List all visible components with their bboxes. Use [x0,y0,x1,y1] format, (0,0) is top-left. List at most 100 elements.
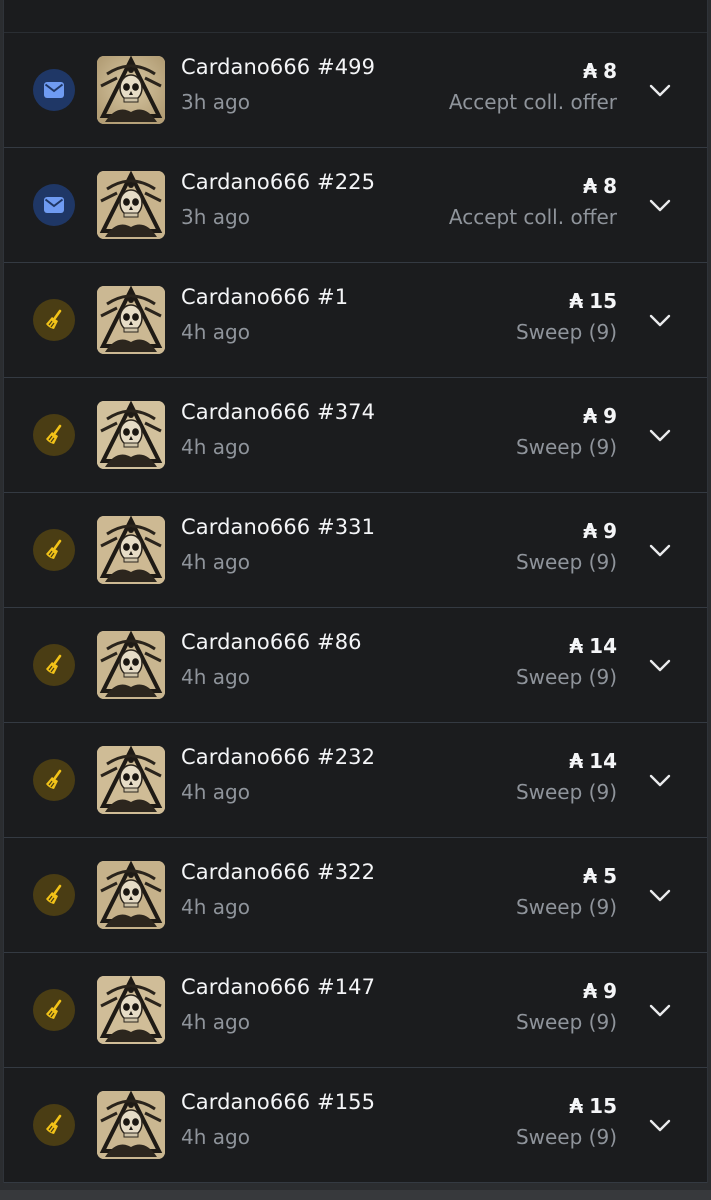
sweep-badge [33,414,75,456]
chevron-down-icon[interactable] [647,307,673,333]
sweep-badge [33,299,75,341]
activity-type: Sweep (9) [515,1010,617,1034]
nft-name[interactable]: Cardano666 #232 [181,745,375,769]
price-value: 15 [589,289,617,313]
activity-type: Sweep (9) [515,665,617,689]
nft-thumbnail[interactable] [97,746,165,814]
activity-type: Sweep (9) [515,550,617,574]
price-value: 8 [603,174,617,198]
broom-icon [46,884,62,904]
offer-badge [33,184,75,226]
ada-icon: ₳ [569,634,584,658]
activity-type: Sweep (9) [515,780,617,804]
nft-thumbnail[interactable] [97,401,165,469]
chevron-down-icon[interactable] [647,192,673,218]
price-value: 14 [589,749,617,773]
price: ₳ 9 [583,979,617,1003]
sweep-badge [33,874,75,916]
timestamp: 3h ago [181,90,250,114]
timestamp: 3h ago [181,205,250,229]
timestamp: 4h ago [181,665,250,689]
sweep-badge [33,1104,75,1146]
broom-icon [46,539,62,559]
activity-type: Sweep (9) [515,320,617,344]
envelope-icon [44,197,64,213]
activity-row[interactable]: Cardano666 #232 4h ago ₳ 14 Sweep (9) [4,723,707,838]
price-value: 14 [589,634,617,658]
nft-thumbnail[interactable] [97,1091,165,1159]
chevron-down-icon[interactable] [647,77,673,103]
chevron-down-icon[interactable] [647,1112,673,1138]
price-value: 5 [603,864,617,888]
activity-type: Accept coll. offer [448,205,617,229]
broom-icon [46,654,62,674]
sweep-badge [33,644,75,686]
sweep-badge [33,759,75,801]
nft-thumbnail[interactable] [97,631,165,699]
activity-row[interactable]: Cardano666 #155 4h ago ₳ 15 Sweep (9) [4,1068,707,1183]
price-value: 9 [603,404,617,428]
price-value: 15 [589,1094,617,1118]
price: ₳ 14 [569,634,617,658]
chevron-down-icon[interactable] [647,767,673,793]
envelope-icon [44,82,64,98]
broom-icon [46,999,62,1019]
nft-thumbnail[interactable] [97,516,165,584]
activity-panel: Cardano666 #499 3h ago ₳ 8 Accept coll. o… [3,0,708,1183]
nft-thumbnail[interactable] [97,286,165,354]
broom-icon [46,309,62,329]
bottom-divider [0,1190,711,1200]
nft-name[interactable]: Cardano666 #225 [181,170,375,194]
broom-icon [46,424,62,444]
price-value: 9 [603,979,617,1003]
price: ₳ 9 [583,404,617,428]
ada-icon: ₳ [583,174,598,198]
nft-thumbnail[interactable] [97,976,165,1044]
broom-icon [46,769,62,789]
timestamp: 4h ago [181,780,250,804]
broom-icon [46,1114,62,1134]
price: ₳ 8 [583,59,617,83]
activity-type: Sweep (9) [515,435,617,459]
activity-row[interactable]: Cardano666 #374 4h ago ₳ 9 Sweep (9) [4,378,707,493]
nft-name[interactable]: Cardano666 #322 [181,860,375,884]
chevron-down-icon[interactable] [647,422,673,448]
ada-icon: ₳ [569,749,584,773]
price: ₳ 8 [583,174,617,198]
nft-name[interactable]: Cardano666 #155 [181,1090,375,1114]
nft-name[interactable]: Cardano666 #86 [181,630,362,654]
chevron-down-icon[interactable] [647,652,673,678]
activity-list: Cardano666 #499 3h ago ₳ 8 Accept coll. o… [4,32,707,1183]
sweep-badge [33,529,75,571]
nft-name[interactable]: Cardano666 #1 [181,285,348,309]
ada-icon: ₳ [583,59,598,83]
activity-row[interactable]: Cardano666 #499 3h ago ₳ 8 Accept coll. o… [4,32,707,148]
price: ₳ 9 [583,519,617,543]
chevron-down-icon[interactable] [647,997,673,1023]
chevron-down-icon[interactable] [647,882,673,908]
activity-row[interactable]: Cardano666 #331 4h ago ₳ 9 Sweep (9) [4,493,707,608]
price: ₳ 15 [569,289,617,313]
nft-name[interactable]: Cardano666 #147 [181,975,375,999]
chevron-down-icon[interactable] [647,537,673,563]
activity-row[interactable]: Cardano666 #1 4h ago ₳ 15 Sweep (9) [4,263,707,378]
nft-name[interactable]: Cardano666 #499 [181,55,375,79]
ada-icon: ₳ [569,289,584,313]
activity-type: Sweep (9) [515,1125,617,1149]
nft-name[interactable]: Cardano666 #374 [181,400,375,424]
activity-row[interactable]: Cardano666 #86 4h ago ₳ 14 Sweep (9) [4,608,707,723]
activity-row[interactable]: Cardano666 #147 4h ago ₳ 9 Sweep (9) [4,953,707,1068]
nft-thumbnail[interactable] [97,861,165,929]
timestamp: 4h ago [181,435,250,459]
nft-thumbnail[interactable] [97,171,165,239]
nft-thumbnail[interactable] [97,56,165,124]
price-value: 9 [603,519,617,543]
ada-icon: ₳ [583,519,598,543]
activity-type: Accept coll. offer [448,90,617,114]
timestamp: 4h ago [181,1125,250,1149]
nft-name[interactable]: Cardano666 #331 [181,515,375,539]
sweep-badge [33,989,75,1031]
timestamp: 4h ago [181,550,250,574]
activity-row[interactable]: Cardano666 #322 4h ago ₳ 5 Sweep (9) [4,838,707,953]
activity-row[interactable]: Cardano666 #225 3h ago ₳ 8 Accept coll. o… [4,148,707,263]
